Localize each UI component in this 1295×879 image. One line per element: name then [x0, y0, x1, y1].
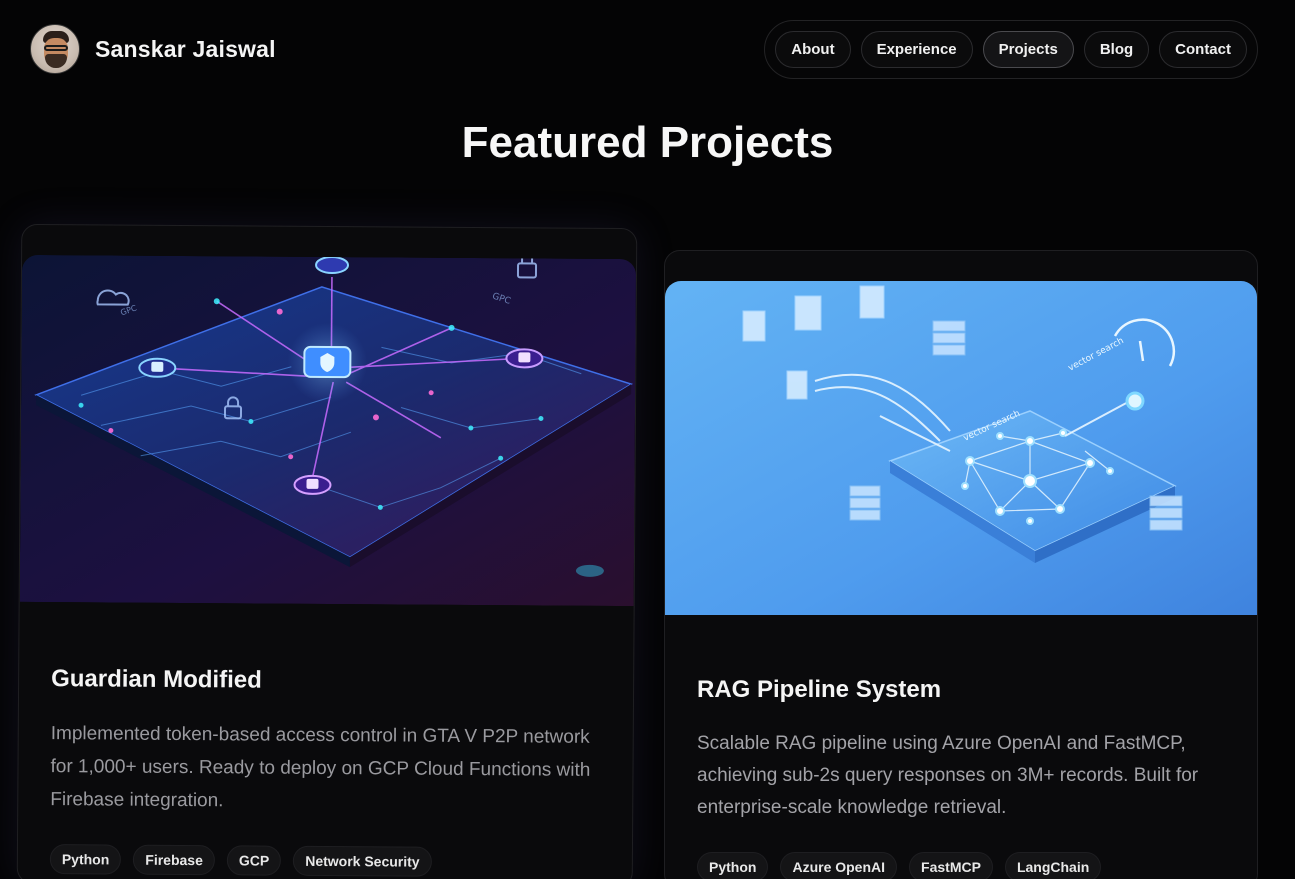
avatar[interactable] [30, 24, 80, 74]
nav-contact[interactable]: Contact [1159, 31, 1247, 68]
tag: FastMCP [909, 852, 993, 879]
site-owner-name[interactable]: Sanskar Jaiswal [95, 36, 276, 63]
project-title: RAG Pipeline System [697, 676, 942, 703]
project-body: RAG Pipeline System Scalable RAG pipelin… [697, 676, 1227, 879]
project-description: Implemented token-based access control i… [50, 723, 591, 812]
tag: Network Security [293, 845, 432, 877]
project-card-guardian[interactable]: GPC GPC Guardian Modified Implemented to… [16, 223, 638, 879]
project-image-rag-pipeline: vector search vector search [665, 281, 1257, 615]
project-body: Guardian Modified Implemented token-base… [49, 665, 603, 878]
nav-projects[interactable]: Projects [982, 31, 1074, 68]
tag: LangChain [1004, 852, 1102, 879]
tag: Python [697, 852, 769, 879]
portfolio-page: Sanskar Jaiswal About Experience Project… [0, 0, 1295, 879]
project-card-rag[interactable]: vector search vector search RAG Pipeline… [664, 250, 1258, 879]
brand[interactable]: Sanskar Jaiswal [30, 24, 276, 74]
main-nav: About Experience Projects Blog Contact [764, 20, 1258, 79]
nav-blog[interactable]: Blog [1083, 31, 1150, 68]
tag: GCP [226, 845, 282, 876]
project-title: Guardian Modified [51, 665, 262, 694]
project-description: Scalable RAG pipeline using Azure OpenAI… [697, 733, 1199, 818]
tag: Python [49, 844, 122, 875]
nav-experience[interactable]: Experience [860, 31, 973, 68]
project-tags: Python Azure OpenAI FastMCP LangChain [697, 852, 1227, 879]
project-image-network-security: GPC GPC [19, 254, 637, 607]
tag: Azure OpenAI [780, 852, 898, 879]
project-tags: Python Firebase GCP Network Security [49, 844, 602, 878]
tag: Firebase [133, 844, 216, 876]
section-title: Featured Projects [461, 118, 834, 167]
nav-about[interactable]: About [775, 31, 851, 68]
